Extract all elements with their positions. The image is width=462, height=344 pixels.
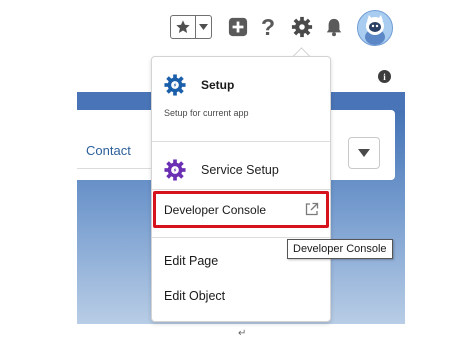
tab-contact[interactable]: Contact [86,143,131,158]
chevron-down-icon [199,24,208,30]
setup-subtitle: Setup for current app [164,108,249,118]
astro-avatar-icon [358,11,392,45]
record-actions-dropdown-button[interactable] [348,137,380,169]
global-actions-button[interactable] [227,15,249,39]
edit-page-menu-item[interactable]: Edit Page [164,254,218,268]
setup-gear-button[interactable] [290,15,314,39]
favorites-button-group[interactable] [170,15,212,39]
setup-menu-item[interactable]: Setup [201,78,234,92]
help-icon[interactable]: ? [259,14,277,40]
setup-gear-icon [164,74,186,96]
return-mark: ↵ [238,328,247,339]
avatar[interactable] [357,10,393,46]
notifications-button[interactable] [324,15,344,39]
setup-menu: Setup Setup for current app Service Setu… [151,56,331,322]
service-setup-menu-item[interactable]: Service Setup [201,163,279,177]
menu-divider [152,141,330,142]
developer-console-highlight [153,191,329,228]
plus-icon [228,17,248,37]
bell-icon [326,18,342,37]
star-icon [176,20,190,33]
edit-object-menu-item[interactable]: Edit Object [164,289,225,303]
record-divider [77,168,151,169]
menu-divider [152,237,330,238]
favorites-star-button[interactable] [171,16,196,38]
app-screen: Contact i ? Setup Setup for current app … [0,0,462,344]
service-setup-gear-icon [164,159,186,181]
info-icon[interactable]: i [378,70,391,83]
menu-divider [152,189,330,190]
gear-icon [291,16,313,38]
favorites-list-button[interactable] [196,16,211,38]
developer-console-tooltip: Developer Console [287,239,393,259]
chevron-down-icon [358,149,370,157]
